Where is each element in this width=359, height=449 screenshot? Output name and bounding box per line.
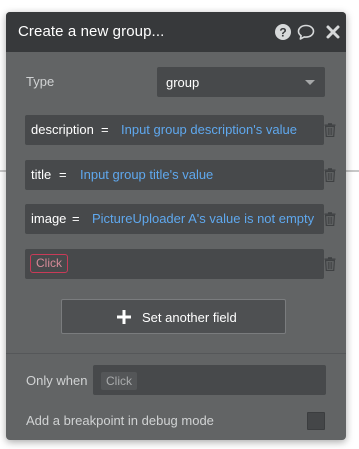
type-label: Type	[26, 74, 55, 89]
set-another-field-button[interactable]: Set another field	[61, 299, 286, 334]
close-icon[interactable]	[324, 23, 342, 41]
background-divider-right	[345, 170, 359, 172]
type-select[interactable]: group	[157, 67, 325, 97]
field-equals: =	[101, 122, 109, 137]
debug-breakpoint-checkbox[interactable]	[307, 412, 325, 430]
field-name[interactable]: description	[31, 122, 94, 137]
trash-icon[interactable]	[324, 212, 336, 226]
svg-text:?: ?	[279, 25, 286, 39]
create-group-dialog: Create a new group... ? Type group descr…	[6, 12, 346, 440]
section-divider	[6, 353, 346, 354]
field-row-image[interactable]: image = PictureUploader A's value is not…	[25, 204, 324, 234]
comment-icon[interactable]	[297, 23, 315, 41]
trash-icon[interactable]	[324, 123, 336, 137]
field-equals: =	[72, 211, 80, 226]
field-row-title[interactable]: title = Input group title's value	[25, 160, 324, 190]
only-when-label: Only when	[26, 373, 88, 388]
set-another-field-label: Set another field	[142, 310, 237, 325]
field-value[interactable]: Input group title's value	[80, 167, 213, 182]
trash-icon[interactable]	[324, 168, 336, 182]
dialog-title: Create a new group...	[18, 23, 165, 40]
field-equals: =	[59, 167, 67, 182]
help-icon[interactable]: ?	[274, 23, 292, 41]
field-row-new[interactable]: Click	[25, 249, 324, 279]
field-name[interactable]: title	[31, 167, 51, 182]
field-name[interactable]: image	[31, 211, 66, 226]
only-when-condition-field[interactable]: Click	[93, 365, 326, 395]
chevron-down-icon	[305, 80, 315, 85]
field-name-picker[interactable]: Click	[30, 254, 68, 273]
field-value[interactable]: PictureUploader A's value is not empty	[92, 211, 314, 226]
type-select-value: group	[166, 75, 200, 90]
field-row-description[interactable]: description = Input group description's …	[25, 115, 324, 145]
field-value[interactable]: Input group description's value	[121, 122, 297, 137]
debug-breakpoint-label: Add a breakpoint in debug mode	[26, 413, 214, 428]
only-when-placeholder[interactable]: Click	[101, 372, 137, 390]
trash-icon[interactable]	[324, 257, 336, 271]
plus-icon	[117, 310, 131, 324]
dialog-header: Create a new group... ?	[6, 12, 346, 52]
